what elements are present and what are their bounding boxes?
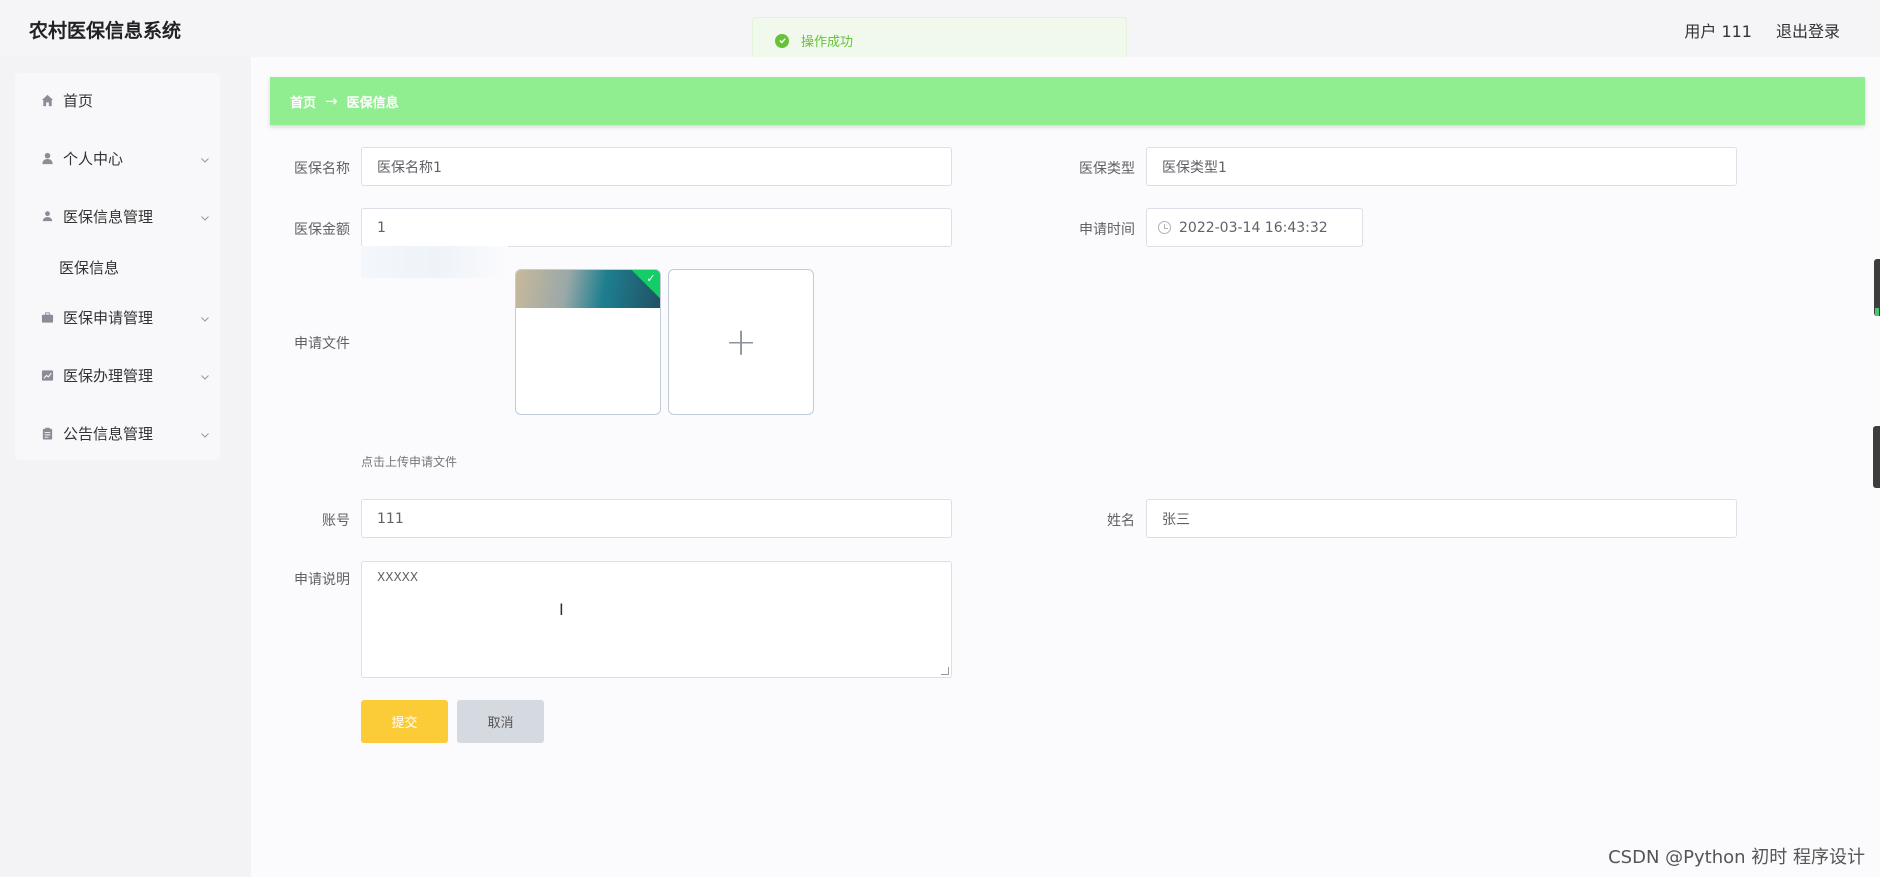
sidebar-item-personal-center[interactable]: 个人中心 (15, 133, 220, 183)
insurance-type-value: 医保类型1 (1162, 159, 1227, 176)
upload-add-button[interactable]: + (668, 269, 814, 415)
chevron-down-icon (200, 211, 210, 221)
app-title: 农村医保信息系统 (29, 20, 182, 42)
description-textarea[interactable]: XXXXX (361, 561, 952, 678)
plus-icon: + (725, 320, 757, 364)
text-cursor-icon: I (559, 600, 564, 619)
sidebar-item-handling-management[interactable]: 医保办理管理 (15, 350, 220, 400)
user-icon (40, 209, 54, 223)
chart-icon (40, 368, 54, 382)
sidebar-item-label: 首页 (63, 91, 94, 110)
side-float-tab[interactable] (1874, 259, 1880, 316)
insurance-name-label: 医保名称 (294, 161, 350, 177)
insurance-name-input[interactable]: 医保名称1 (361, 147, 952, 186)
sidebar-subitem-insurance-info[interactable]: 医保信息 (15, 242, 220, 292)
apply-time-picker[interactable]: 2022-03-14 16:43:32 (1146, 208, 1363, 247)
chevron-down-icon (200, 312, 210, 322)
sidebar-menu: 首页 个人中心 医保信息管理 医保信息 医保申请管理 医保办理管理 公告信息管理 (15, 73, 220, 460)
chevron-down-icon (200, 370, 210, 380)
apply-time-label: 申请时间 (1079, 222, 1135, 238)
chevron-down-icon (200, 153, 210, 163)
breadcrumb-home[interactable]: 首页 (290, 92, 316, 111)
home-icon (40, 93, 54, 107)
logout-link[interactable]: 退出登录 (1776, 18, 1840, 42)
sidebar-item-insurance-management[interactable]: 医保信息管理 (15, 191, 220, 241)
clipboard-icon (40, 426, 54, 440)
sidebar-item-label: 公告信息管理 (63, 424, 154, 443)
insurance-type-input[interactable]: 医保类型1 (1146, 147, 1737, 186)
upload-tip: 点击上传申请文件 (361, 455, 458, 469)
submit-button[interactable]: 提交 (361, 700, 448, 743)
sidebar-item-label: 医保办理管理 (63, 366, 154, 385)
side-float-tab[interactable] (1873, 426, 1880, 488)
insurance-type-label: 医保类型 (1079, 161, 1135, 177)
uploaded-file-card[interactable]: ✓ (515, 269, 661, 415)
clock-icon (1158, 221, 1171, 234)
breadcrumb: 首页 → 医保信息 (270, 77, 1865, 125)
insurance-name-value: 医保名称1 (377, 159, 442, 176)
sidebar-item-label: 个人中心 (63, 149, 124, 168)
toast-message: 操作成功 (801, 35, 854, 50)
apply-file-label: 申请文件 (294, 336, 350, 352)
real-name-value: 张三 (1162, 511, 1190, 528)
sidebar-item-label: 医保申请管理 (63, 308, 154, 327)
breadcrumb-current: 医保信息 (346, 95, 399, 111)
sidebar-item-label: 医保信息管理 (63, 207, 154, 226)
sidebar-item-notice-management[interactable]: 公告信息管理 (15, 408, 220, 458)
real-name-label: 姓名 (1107, 513, 1135, 529)
breadcrumb-arrow-icon: → (325, 92, 338, 110)
user-info: 用户 111 (1684, 22, 1752, 41)
cancel-button[interactable]: 取消 (457, 700, 544, 743)
check-icon: ✓ (646, 272, 656, 285)
description-value: XXXXX (377, 570, 419, 584)
sidebar-item-home[interactable]: 首页 (15, 75, 220, 125)
insurance-amount-input[interactable]: 1 (361, 208, 952, 247)
sidebar-item-application-management[interactable]: 医保申请管理 (15, 292, 220, 342)
description-label: 申请说明 (294, 572, 350, 588)
insurance-amount-label: 医保金额 (294, 222, 350, 238)
sidebar-subitem-label: 医保信息 (59, 258, 120, 277)
account-input[interactable]: 111 (361, 499, 952, 538)
chevron-down-icon (200, 428, 210, 438)
success-check-icon (775, 33, 789, 48)
apply-time-value: 2022-03-14 16:43:32 (1179, 219, 1328, 236)
user-icon (40, 151, 54, 165)
account-label: 账号 (322, 513, 350, 529)
upload-drag-ghost (361, 246, 508, 278)
watermark-text: CSDN @Python 初时 程序设计 (1608, 847, 1865, 868)
real-name-input[interactable]: 张三 (1146, 499, 1737, 538)
resize-handle-icon[interactable] (941, 667, 949, 675)
briefcase-icon (40, 310, 54, 324)
account-value: 111 (377, 510, 404, 527)
insurance-amount-value: 1 (377, 219, 386, 236)
